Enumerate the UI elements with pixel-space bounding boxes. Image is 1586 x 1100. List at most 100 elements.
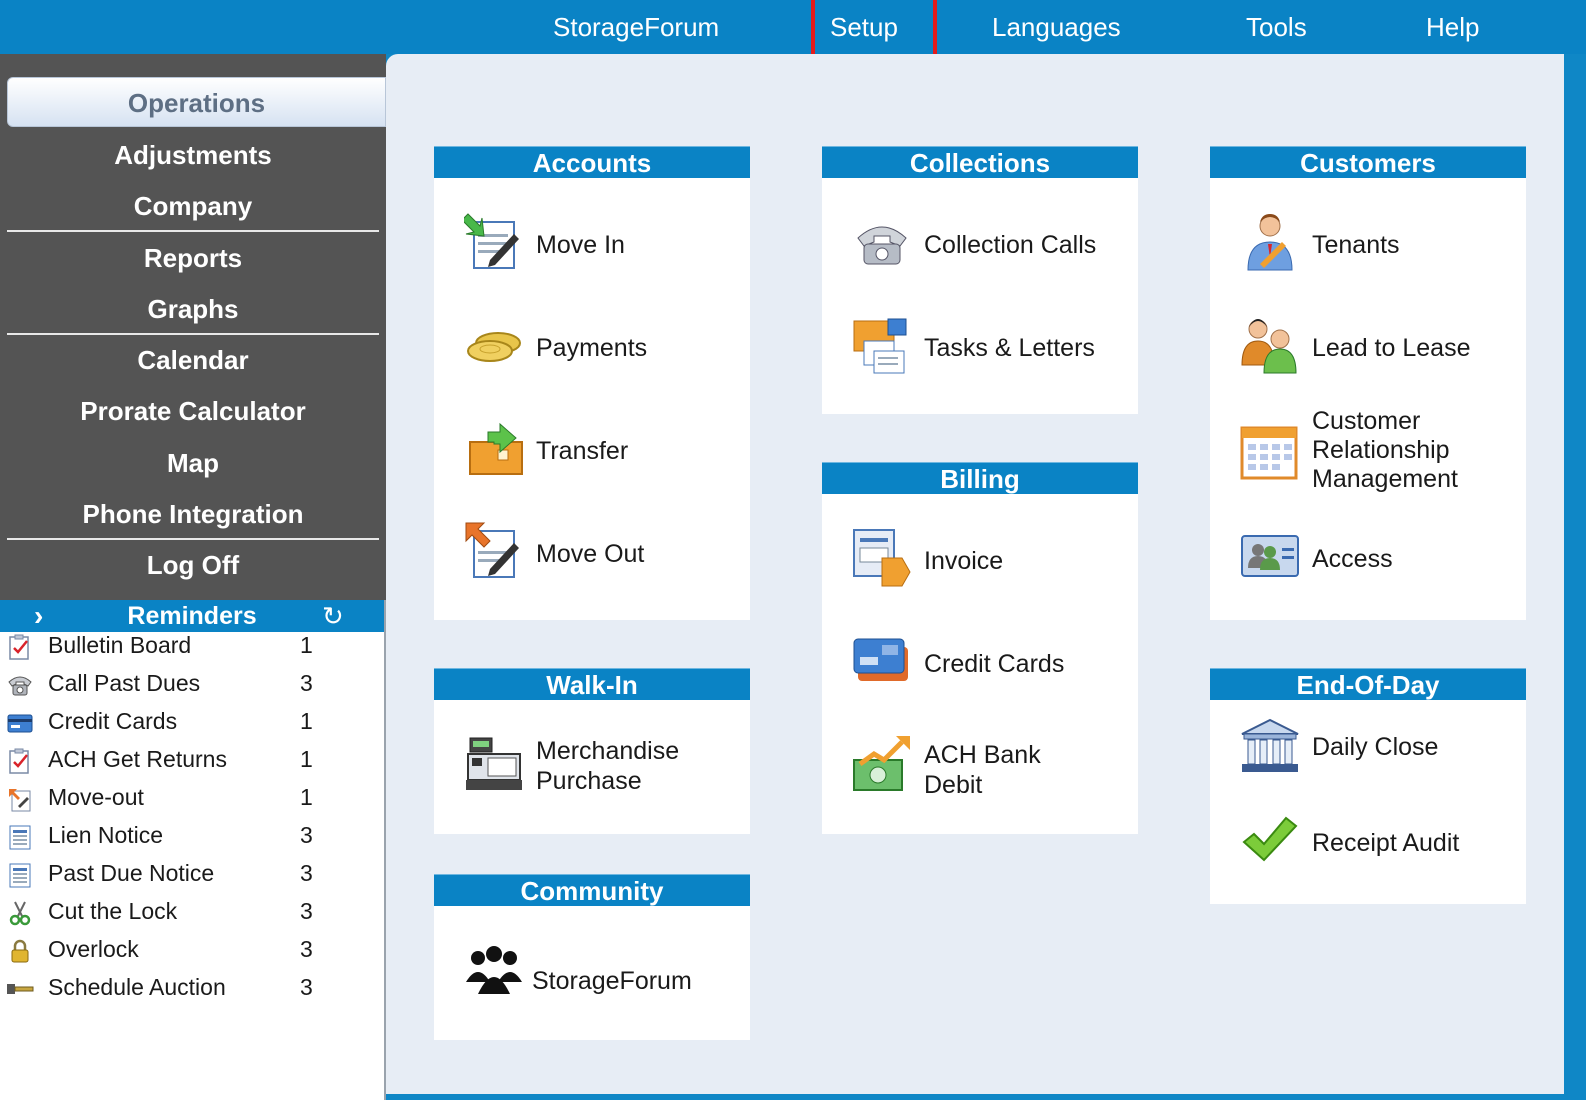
gavel-icon <box>7 984 34 994</box>
telephone-icon <box>8 676 32 696</box>
move-in-label: Move In <box>536 231 625 259</box>
people-group-icon <box>466 946 522 994</box>
crm-label-line1: Customer <box>1312 407 1421 435</box>
reminder-row[interactable]: Lien Notice 3 <box>0 818 384 856</box>
customers-header: Customers <box>1210 146 1526 178</box>
merchandise-purchase-item[interactable]: Merchandise Purchase <box>434 720 750 820</box>
reminder-label: Cut the Lock <box>48 898 178 924</box>
nav-company[interactable]: Company <box>0 181 386 231</box>
reminder-count: 1 <box>300 708 313 734</box>
reminder-label: Bulletin Board <box>48 632 192 658</box>
transfer-label: Transfer <box>536 437 629 465</box>
clipboard-check-icon <box>9 748 29 774</box>
nav-phone-integration[interactable]: Phone Integration <box>0 489 386 539</box>
nav-calendar[interactable]: Calendar <box>0 335 386 385</box>
end-of-day-header: End-Of-Day <box>1210 668 1526 700</box>
reminder-count: 3 <box>300 822 313 848</box>
nav-divider <box>7 230 379 232</box>
collection-calls-label: Collection Calls <box>924 231 1097 259</box>
credit-card-icon <box>7 714 33 733</box>
crm-item[interactable]: Customer Relationship Management <box>1210 406 1526 502</box>
people-pair-icon <box>1241 319 1297 374</box>
reminder-count: 3 <box>300 670 313 696</box>
lead-to-lease-item[interactable]: Lead to Lease <box>1210 309 1526 389</box>
community-panel: Community StorageForum <box>434 874 750 1040</box>
billing-header: Billing <box>822 462 1138 494</box>
nav-adjustments[interactable]: Adjustments <box>0 130 386 180</box>
calendar-icon <box>1240 426 1298 480</box>
invoice-icon <box>853 529 911 587</box>
move-out-label: Move Out <box>536 540 645 568</box>
reminder-row[interactable]: Call Past Dues 3 <box>0 666 384 704</box>
reminder-row[interactable]: Schedule Auction 3 <box>0 970 384 1008</box>
menu-tools[interactable]: Tools <box>1246 0 1307 54</box>
reminder-row[interactable]: Credit Cards 1 <box>0 704 384 742</box>
sidebar: Operations Adjustments Company Reports G… <box>0 54 386 1100</box>
nav-prorate-calculator[interactable]: Prorate Calculator <box>0 386 386 436</box>
menu-help[interactable]: Help <box>1426 0 1479 54</box>
reminder-count: 3 <box>300 974 313 1000</box>
nav-graphs[interactable]: Graphs <box>0 284 386 334</box>
receipt-audit-item[interactable]: Receipt Audit <box>1210 806 1526 886</box>
ach-label-line1: ACH Bank <box>924 741 1041 769</box>
reminder-label: Lien Notice <box>48 822 164 848</box>
reminder-row[interactable]: ACH Get Returns 1 <box>0 742 384 780</box>
transfer-item[interactable]: Transfer <box>434 412 750 492</box>
community-header: Community <box>434 874 750 906</box>
daily-close-label: Daily Close <box>1312 733 1439 761</box>
telephone-icon <box>857 226 907 265</box>
credit-card-icon <box>853 638 908 681</box>
customers-panel: Customers Tenants Lead to Lease Customer… <box>1210 146 1526 620</box>
tasks-letters-label: Tasks & Letters <box>924 334 1095 362</box>
merchandise-label-line2: Purchase <box>536 767 642 795</box>
credit-cards-item[interactable]: Credit Cards <box>822 625 1138 705</box>
menu-storageforum[interactable]: StorageForum <box>553 0 719 54</box>
reminder-count: 1 <box>300 632 313 658</box>
menu-languages[interactable]: Languages <box>992 0 1121 54</box>
accounts-header: Accounts <box>434 146 750 178</box>
reminder-row[interactable]: Bulletin Board 1 <box>0 628 384 666</box>
invoice-item[interactable]: Invoice <box>822 522 1138 602</box>
tenants-item[interactable]: Tenants <box>1210 206 1526 286</box>
nav-operations[interactable]: Operations <box>7 77 386 127</box>
menu-setup[interactable]: Setup <box>830 0 898 54</box>
merchandise-label-line1: Merchandise <box>536 737 680 765</box>
payments-item[interactable]: Payments <box>434 309 750 389</box>
reminder-count: 3 <box>300 860 313 886</box>
access-label: Access <box>1312 545 1393 573</box>
credit-cards-label: Credit Cards <box>924 650 1065 678</box>
reminder-row[interactable]: Cut the Lock 3 <box>0 894 384 932</box>
nav-log-off[interactable]: Log Off <box>0 540 386 590</box>
ach-bank-debit-item[interactable]: ACH Bank Debit <box>822 728 1138 808</box>
billing-panel: Billing Invoice Credit Cards ACH Bank De… <box>822 462 1138 834</box>
reminder-row[interactable]: Past Due Notice 3 <box>0 856 384 894</box>
move-out-item[interactable]: Move Out <box>434 515 750 595</box>
crm-label-line2: Relationship <box>1312 436 1450 464</box>
access-card-icon <box>1241 535 1299 577</box>
reminder-count: 3 <box>300 936 313 962</box>
move-in-icon <box>464 213 519 269</box>
money-chart-icon <box>853 736 910 791</box>
reminder-label: ACH Get Returns <box>48 746 227 772</box>
reminder-row[interactable]: Overlock 3 <box>0 932 384 970</box>
walk-in-panel: Walk-In Merchandise Purchase <box>434 668 750 834</box>
bank-building-icon <box>1241 718 1299 772</box>
storageforum-item[interactable]: StorageForum <box>434 926 750 1026</box>
reminder-count: 1 <box>300 784 313 810</box>
move-out-icon <box>465 522 519 578</box>
reminder-label: Overlock <box>48 936 139 962</box>
storageforum-label: StorageForum <box>532 967 692 995</box>
reminder-count: 1 <box>300 746 313 772</box>
tenants-label: Tenants <box>1312 231 1400 259</box>
reminder-row[interactable]: Move-out 1 <box>0 780 384 818</box>
lead-to-lease-label: Lead to Lease <box>1312 334 1471 362</box>
move-in-item[interactable]: Move In <box>434 206 750 286</box>
access-item[interactable]: Access <box>1210 520 1526 600</box>
invoice-label: Invoice <box>924 547 1004 575</box>
daily-close-item[interactable]: Daily Close <box>1210 710 1526 790</box>
sidebar-nav: Operations Adjustments Company Reports G… <box>0 54 386 600</box>
collection-calls-item[interactable]: Collection Calls <box>822 206 1138 286</box>
nav-reports[interactable]: Reports <box>0 233 386 283</box>
nav-map[interactable]: Map <box>0 438 386 488</box>
tasks-letters-item[interactable]: Tasks & Letters <box>822 309 1138 389</box>
